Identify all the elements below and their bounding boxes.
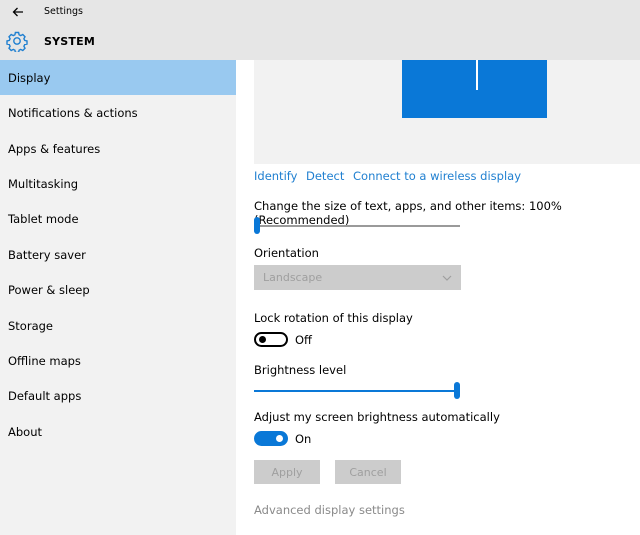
orientation-label: Orientation xyxy=(254,246,319,260)
sidebar-item-power-sleep[interactable]: Power & sleep xyxy=(0,272,236,307)
sidebar-item-label: Battery saver xyxy=(8,247,86,262)
brightness-slider-thumb[interactable] xyxy=(454,382,460,399)
sidebar-item-label: Storage xyxy=(8,318,53,333)
toggle-knob xyxy=(259,336,266,343)
sidebar-item-display[interactable]: Display xyxy=(0,60,236,95)
lock-rotation-label: Lock rotation of this display xyxy=(254,311,413,325)
sidebar-item-about[interactable]: About xyxy=(0,414,236,449)
page-header: SYSTEM xyxy=(0,24,640,60)
sidebar-item-label: Display xyxy=(8,70,51,85)
scale-slider[interactable] xyxy=(254,217,460,234)
sidebar-item-multitasking[interactable]: Multitasking xyxy=(0,166,236,201)
display-preview xyxy=(254,60,640,164)
title-bar: Settings xyxy=(0,0,640,24)
sidebar-item-label: Tablet mode xyxy=(8,211,79,226)
wireless-display-link[interactable]: Connect to a wireless display xyxy=(353,169,521,183)
monitor-1[interactable] xyxy=(402,60,547,118)
brightness-label: Brightness level xyxy=(254,363,347,377)
advanced-display-settings-link[interactable]: Advanced display settings xyxy=(254,503,405,517)
sidebar-item-tablet-mode[interactable]: Tablet mode xyxy=(0,201,236,236)
chevron-down-icon xyxy=(442,275,452,281)
sidebar-item-label: Power & sleep xyxy=(8,282,90,297)
display-settings-panel: Identify Detect Connect to a wireless di… xyxy=(236,60,640,535)
identify-link[interactable]: Identify xyxy=(254,169,297,183)
orientation-dropdown[interactable]: Landscape xyxy=(254,265,461,290)
brightness-slider-fill xyxy=(254,390,460,392)
sidebar-item-apps-features[interactable]: Apps & features xyxy=(0,131,236,166)
sidebar-item-label: Offline maps xyxy=(8,353,81,368)
detect-link[interactable]: Detect xyxy=(306,169,344,183)
orientation-value: Landscape xyxy=(263,271,323,284)
sidebar-item-label: About xyxy=(8,424,43,439)
toggle-knob xyxy=(276,435,283,442)
gear-icon xyxy=(6,31,28,52)
lock-rotation-toggle[interactable] xyxy=(254,332,288,347)
cancel-button[interactable]: Cancel xyxy=(335,460,401,484)
sidebar-item-notifications[interactable]: Notifications & actions xyxy=(0,95,236,130)
back-button[interactable] xyxy=(9,4,27,20)
auto-brightness-state: On xyxy=(295,432,312,446)
sidebar-item-offline-maps[interactable]: Offline maps xyxy=(0,343,236,378)
brightness-slider[interactable] xyxy=(254,382,460,399)
sidebar-item-battery-saver[interactable]: Battery saver xyxy=(0,237,236,272)
monitor-divider xyxy=(476,60,478,90)
auto-brightness-toggle[interactable] xyxy=(254,431,288,446)
scale-slider-thumb[interactable] xyxy=(254,217,260,234)
back-arrow-icon xyxy=(12,7,23,17)
section-title: SYSTEM xyxy=(44,35,95,48)
window-title: Settings xyxy=(44,6,83,17)
sidebar-item-label: Multitasking xyxy=(8,176,79,191)
sidebar: Display Notifications & actions Apps & f… xyxy=(0,60,236,535)
sidebar-item-storage[interactable]: Storage xyxy=(0,308,236,343)
sidebar-item-label: Default apps xyxy=(8,388,82,403)
sidebar-item-default-apps[interactable]: Default apps xyxy=(0,378,236,413)
auto-brightness-label: Adjust my screen brightness automaticall… xyxy=(254,410,500,424)
sidebar-item-label: Apps & features xyxy=(8,141,101,156)
scale-label: Change the size of text, apps, and other… xyxy=(254,199,562,227)
apply-button[interactable]: Apply xyxy=(254,460,320,484)
lock-rotation-state: Off xyxy=(295,333,312,347)
sidebar-item-label: Notifications & actions xyxy=(8,105,138,120)
